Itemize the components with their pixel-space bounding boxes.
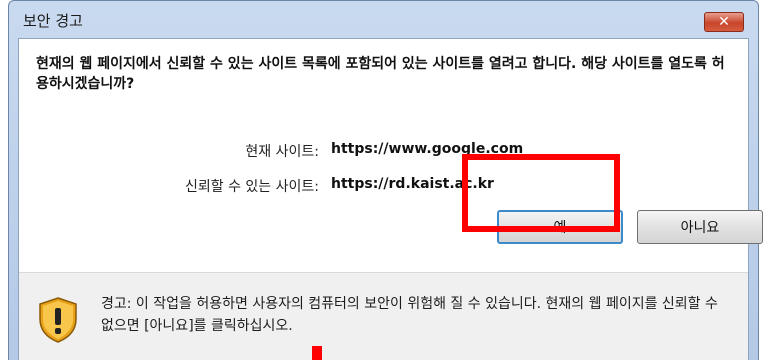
warning-footer: 경고: 이 작업을 허용하면 사용자의 컴퓨터의 보안이 위험해 질 수 있습니… <box>19 272 748 360</box>
close-button[interactable]: ✕ <box>704 12 744 32</box>
shield-warning-icon <box>39 297 77 343</box>
dialog-content: 현재의 웹 페이지에서 신뢰할 수 있는 사이트 목록에 포함되어 있는 사이트… <box>18 38 763 360</box>
no-button[interactable]: 아니요 <box>637 210 763 244</box>
prompt-message: 현재의 웹 페이지에서 신뢰할 수 있는 사이트 목록에 포함되어 있는 사이트… <box>36 56 725 92</box>
close-icon: ✕ <box>718 14 730 30</box>
current-site-label: 현재 사이트: <box>245 144 319 160</box>
title-bar[interactable]: 보안 경고 ✕ <box>9 1 758 39</box>
trusted-site-label: 신뢰할 수 있는 사이트: <box>185 179 319 195</box>
window-title: 보안 경고 <box>23 12 83 30</box>
warning-text: 경고: 이 작업을 허용하면 사용자의 컴퓨터의 보안이 위험해 질 수 있습니… <box>101 296 718 334</box>
highlight-box <box>462 154 620 232</box>
dialog-window: 보안 경고 ✕ 현재의 웹 페이지에서 신뢰할 수 있는 사이트 목록에 포함되… <box>8 0 763 360</box>
cursor-marker <box>312 346 322 360</box>
